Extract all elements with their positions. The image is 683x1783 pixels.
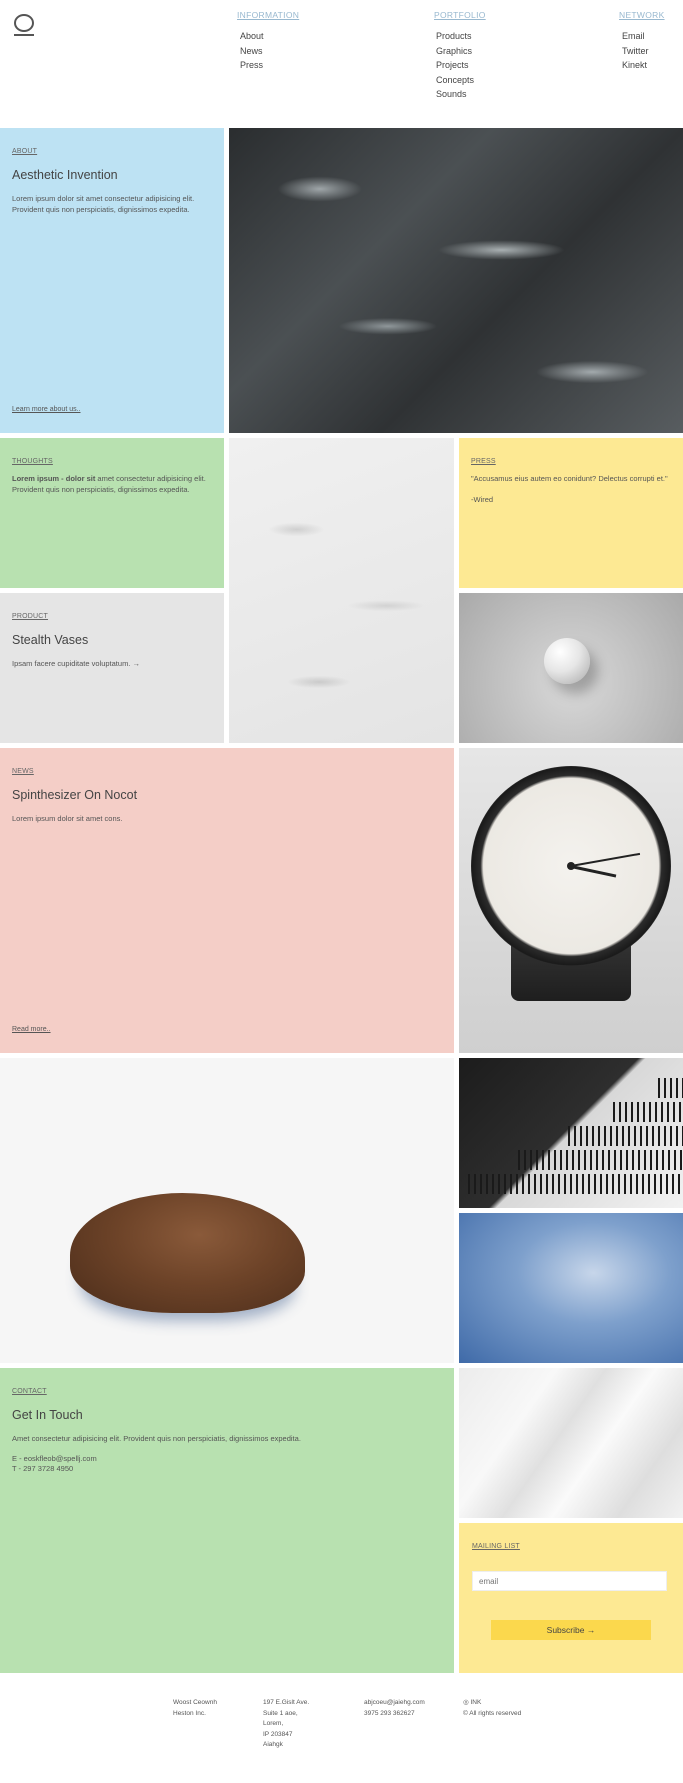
press-source: -Wired (471, 495, 494, 504)
footer-address-line: Aiahgk (263, 1741, 283, 1748)
email-input[interactable] (472, 1571, 667, 1591)
footer-email[interactable]: abjcoeu@jaiehg.com (364, 1698, 425, 1709)
nav-column-portfolio: PORTFOLIO Products Graphics Projects Con… (434, 10, 486, 102)
thoughts-label: THOUGHTS (12, 458, 53, 465)
nav-item-twitter[interactable]: Twitter (622, 44, 665, 59)
stone-image (0, 1058, 454, 1363)
nav-heading-portfolio[interactable]: PORTFOLIO (434, 10, 486, 20)
footer-company: Woost Ceownh Heston Inc. (173, 1698, 217, 1719)
thoughts-body: Lorem ipsum - dolor sit amet consectetur… (12, 474, 212, 495)
sphere-image (459, 593, 683, 743)
clock-pin (567, 862, 575, 870)
about-body: Lorem ipsum dolor sit amet consectetur a… (12, 194, 195, 214)
nav-item-graphics[interactable]: Graphics (436, 44, 486, 59)
nav-item-news[interactable]: News (240, 44, 299, 59)
stripe-row (568, 1126, 683, 1146)
mailing-list-tile: MAILING LIST Subscribe → (459, 1523, 683, 1673)
nav-heading-information[interactable]: INFORMATION (237, 10, 299, 20)
logo-ring (14, 14, 34, 32)
footer-brand-name: ◎ INK (463, 1699, 482, 1706)
stripe-row (658, 1078, 683, 1098)
sphere-ball (544, 638, 590, 684)
logo-bar (14, 34, 34, 36)
river-aerial-image (229, 128, 683, 433)
press-tile: PRESS "Accusamus eius autem eo conidunt?… (459, 438, 683, 588)
nav-item-kinekt[interactable]: Kinekt (622, 58, 665, 73)
contact-body: Amet consectetur adipisicing elit. Provi… (12, 1434, 301, 1443)
marble-image (459, 1368, 683, 1518)
about-tile: ABOUT Aesthetic Invention Lorem ipsum do… (0, 128, 224, 433)
nav-column-network: NETWORK Email Twitter Kinekt (619, 10, 665, 73)
subscribe-button[interactable]: Subscribe → (491, 1620, 651, 1640)
footer-phone[interactable]: 3975 293 362627 (364, 1709, 425, 1720)
stripe-row (468, 1174, 683, 1194)
stripe-row (518, 1150, 683, 1170)
thoughts-tile: THOUGHTS Lorem ipsum - dolor sit amet co… (0, 438, 224, 588)
nav-heading-network[interactable]: NETWORK (619, 10, 665, 20)
press-quote: "Accusamus eius autem eo conidunt? Delec… (471, 474, 668, 483)
nav-column-information: INFORMATION About News Press (237, 10, 299, 73)
news-title: Spinthesizer On Nocot (12, 788, 138, 802)
news-body: Lorem ipsum dolor sit amet cons. (12, 814, 123, 823)
nav-item-sounds[interactable]: Sounds (436, 87, 486, 102)
nav-item-press[interactable]: Press (240, 58, 299, 73)
footer-contact: abjcoeu@jaiehg.com 3975 293 362627 (364, 1698, 425, 1719)
thoughts-bold: Lorem ipsum - dolor sit (12, 474, 96, 483)
stone-rock (70, 1193, 305, 1313)
nav-item-projects[interactable]: Projects (436, 58, 486, 73)
nav-item-products[interactable]: Products (436, 29, 486, 44)
product-title: Stealth Vases (12, 633, 89, 647)
stripe-row (613, 1102, 683, 1122)
footer-address-line: Suite 1 aoe, (263, 1709, 298, 1717)
product-tile: PRODUCT Stealth Vases Ipsam facere cupid… (0, 593, 224, 743)
contact-email[interactable]: E - eoskfleob@spellj.com (12, 1454, 97, 1465)
news-read-more-link[interactable]: Read more.. (12, 1026, 51, 1033)
footer-brand: ◎ INK © All rights reserved (463, 1698, 521, 1719)
news-tile: NEWS Spinthesizer On Nocot Lorem ipsum d… (0, 748, 454, 1053)
sparkle-blue-image (459, 1213, 683, 1363)
contact-phone[interactable]: T - 297 3728 4950 (12, 1464, 73, 1475)
plaster-texture-image (229, 438, 454, 743)
about-learn-more-link[interactable]: Learn more about us.. (12, 406, 81, 413)
nav-item-concepts[interactable]: Concepts (436, 73, 486, 88)
about-label: ABOUT (12, 148, 38, 155)
clock-image (459, 748, 683, 1053)
stripes-image (459, 1058, 683, 1208)
contact-label: CONTACT (12, 1388, 47, 1395)
footer-address-line: IP 203847 (263, 1730, 293, 1738)
contact-title: Get In Touch (12, 1408, 83, 1422)
nav-item-email[interactable]: Email (622, 29, 665, 44)
product-body[interactable]: Ipsam facere cupiditate voluptatum. → (12, 659, 140, 670)
footer-address-line: 197 E.Gislt Ave. (263, 1699, 310, 1706)
footer-address-line: Lorem, (263, 1720, 284, 1727)
logo[interactable] (14, 14, 34, 36)
press-label: PRESS (471, 458, 496, 465)
footer-address: 197 E.Gislt Ave. Suite 1 aoe, Lorem, IP … (263, 1698, 309, 1751)
product-label: PRODUCT (12, 613, 49, 620)
about-title: Aesthetic Invention (12, 168, 118, 182)
nav-item-about[interactable]: About (240, 29, 299, 44)
contact-tile: CONTACT Get In Touch Amet consectetur ad… (0, 1368, 454, 1673)
news-label: NEWS (12, 768, 34, 775)
footer-company-name: Woost Ceownh (173, 1699, 217, 1706)
footer-copyright: © All rights reserved (463, 1709, 522, 1717)
mailing-list-label: MAILING LIST (472, 1543, 520, 1550)
footer-company-sub: Heston Inc. (173, 1709, 206, 1717)
